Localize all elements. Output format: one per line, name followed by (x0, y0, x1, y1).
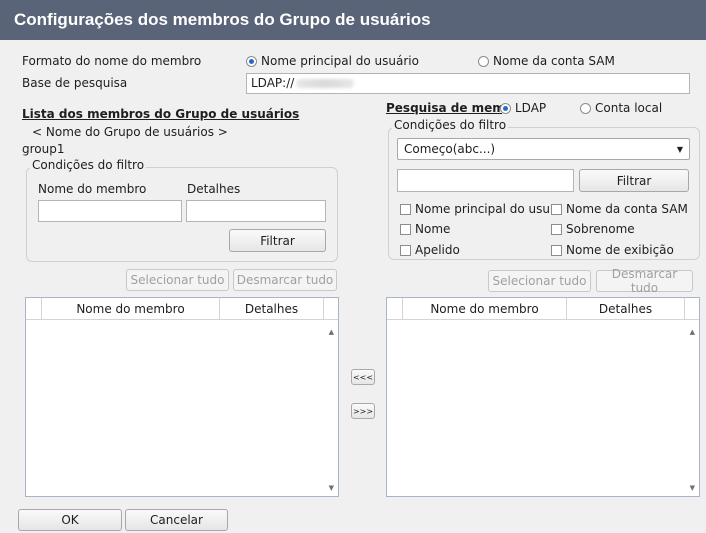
right-deselect-all-button[interactable]: Desmarcar tudo (596, 267, 693, 295)
radio-local-label: Conta local (595, 101, 663, 115)
search-base-value: LDAP:// (251, 76, 295, 90)
group-name-label: < Nome do Grupo de usuários > (32, 125, 228, 139)
radio-ldap[interactable]: LDAP (500, 101, 546, 115)
checkbox-sobrenome-box[interactable] (551, 223, 562, 235)
left-panel-title: Lista dos membros do Grupo de usuários (22, 107, 300, 121)
left-col-details[interactable]: Detalhes (220, 298, 324, 320)
details-input[interactable] (186, 200, 326, 222)
radio-sam[interactable]: Nome da conta SAM (478, 54, 615, 68)
right-filter-legend: Condições do filtro (392, 118, 509, 132)
radio-upn-label: Nome principal do usuário (261, 54, 419, 68)
ok-button[interactable]: OK (18, 509, 122, 531)
member-name-input[interactable] (38, 200, 182, 222)
search-base-input[interactable]: LDAP:// (246, 73, 690, 94)
radio-local-indicator[interactable] (580, 102, 591, 114)
right-filter-input[interactable] (397, 169, 574, 192)
left-filter-legend: Condições do filtro (30, 158, 147, 172)
right-select-all-button[interactable]: Selecionar tudo (488, 270, 591, 292)
checkbox-display-name[interactable]: Nome de exibição (551, 243, 674, 257)
radio-upn[interactable]: Nome principal do usuário (246, 54, 419, 68)
checkbox-sobrenome[interactable]: Sobrenome (551, 222, 635, 236)
left-member-list[interactable]: Nome do membro Detalhes ▲ ▼ (25, 297, 339, 497)
right-list-header: Nome do membro Detalhes (387, 298, 699, 320)
right-panel-title: Pesquisa de membr (386, 101, 502, 115)
left-deselect-all-button[interactable]: Desmarcar tudo (233, 269, 337, 291)
group-name: group1 (22, 142, 65, 156)
member-name-label: Nome do membro (38, 182, 147, 196)
transfer-left-button[interactable]: <<< (351, 369, 375, 385)
right-col-details[interactable]: Detalhes (567, 298, 685, 320)
checkbox-apelido-box[interactable] (400, 244, 411, 256)
window-title: Configurações dos membros do Grupo de us… (0, 0, 706, 40)
right-scroll-down-icon[interactable]: ▼ (690, 484, 695, 492)
checkbox-upn-box[interactable] (400, 203, 411, 215)
chevron-down-icon: ▼ (676, 144, 683, 154)
details-label: Detalhes (187, 182, 241, 196)
left-scroll-down-icon[interactable]: ▼ (329, 484, 334, 492)
right-col-check (387, 298, 403, 320)
left-col-check (26, 298, 42, 320)
checkbox-nome-box[interactable] (400, 223, 411, 235)
filter-condition-value: Começo(abc...) (404, 142, 496, 156)
checkbox-upn-label: Nome principal do usuá (415, 202, 549, 216)
checkbox-apelido[interactable]: Apelido (400, 243, 460, 257)
right-col-member-name[interactable]: Nome do membro (403, 298, 567, 320)
left-filter-button[interactable]: Filtrar (229, 229, 326, 252)
radio-local[interactable]: Conta local (580, 101, 662, 115)
transfer-right-button[interactable]: >>> (351, 403, 375, 419)
checkbox-upn[interactable]: Nome principal do usuá (400, 202, 549, 216)
cancel-button[interactable]: Cancelar (125, 509, 228, 531)
checkbox-sam-label: Nome da conta SAM (566, 202, 688, 216)
radio-ldap-label: LDAP (515, 101, 547, 115)
checkbox-display-name-box[interactable] (551, 244, 562, 256)
checkbox-nome[interactable]: Nome (400, 222, 450, 236)
right-filter-button[interactable]: Filtrar (579, 169, 689, 192)
left-scroll-up-icon[interactable]: ▲ (329, 328, 334, 336)
left-col-member-name[interactable]: Nome do membro (42, 298, 220, 320)
checkbox-sam[interactable]: Nome da conta SAM (551, 202, 688, 216)
search-base-label: Base de pesquisa (22, 76, 128, 90)
radio-ldap-indicator[interactable] (500, 102, 511, 114)
right-member-list[interactable]: Nome do membro Detalhes ▲ ▼ (386, 297, 700, 497)
filter-condition-select[interactable]: Começo(abc...) ▼ (397, 138, 690, 160)
left-list-header: Nome do membro Detalhes (26, 298, 338, 320)
checkbox-nome-label: Nome (415, 222, 451, 236)
format-label: Formato do nome do membro (22, 54, 202, 68)
redacted-host (296, 79, 355, 88)
radio-upn-indicator[interactable] (246, 55, 257, 67)
checkbox-sam-box[interactable] (551, 203, 562, 215)
right-scroll-up-icon[interactable]: ▲ (690, 328, 695, 336)
left-select-all-button[interactable]: Selecionar tudo (126, 269, 229, 291)
radio-sam-indicator[interactable] (478, 55, 489, 67)
checkbox-apelido-label: Apelido (415, 243, 460, 257)
checkbox-display-name-label: Nome de exibição (566, 243, 674, 257)
radio-sam-label: Nome da conta SAM (493, 54, 615, 68)
checkbox-sobrenome-label: Sobrenome (566, 222, 635, 236)
